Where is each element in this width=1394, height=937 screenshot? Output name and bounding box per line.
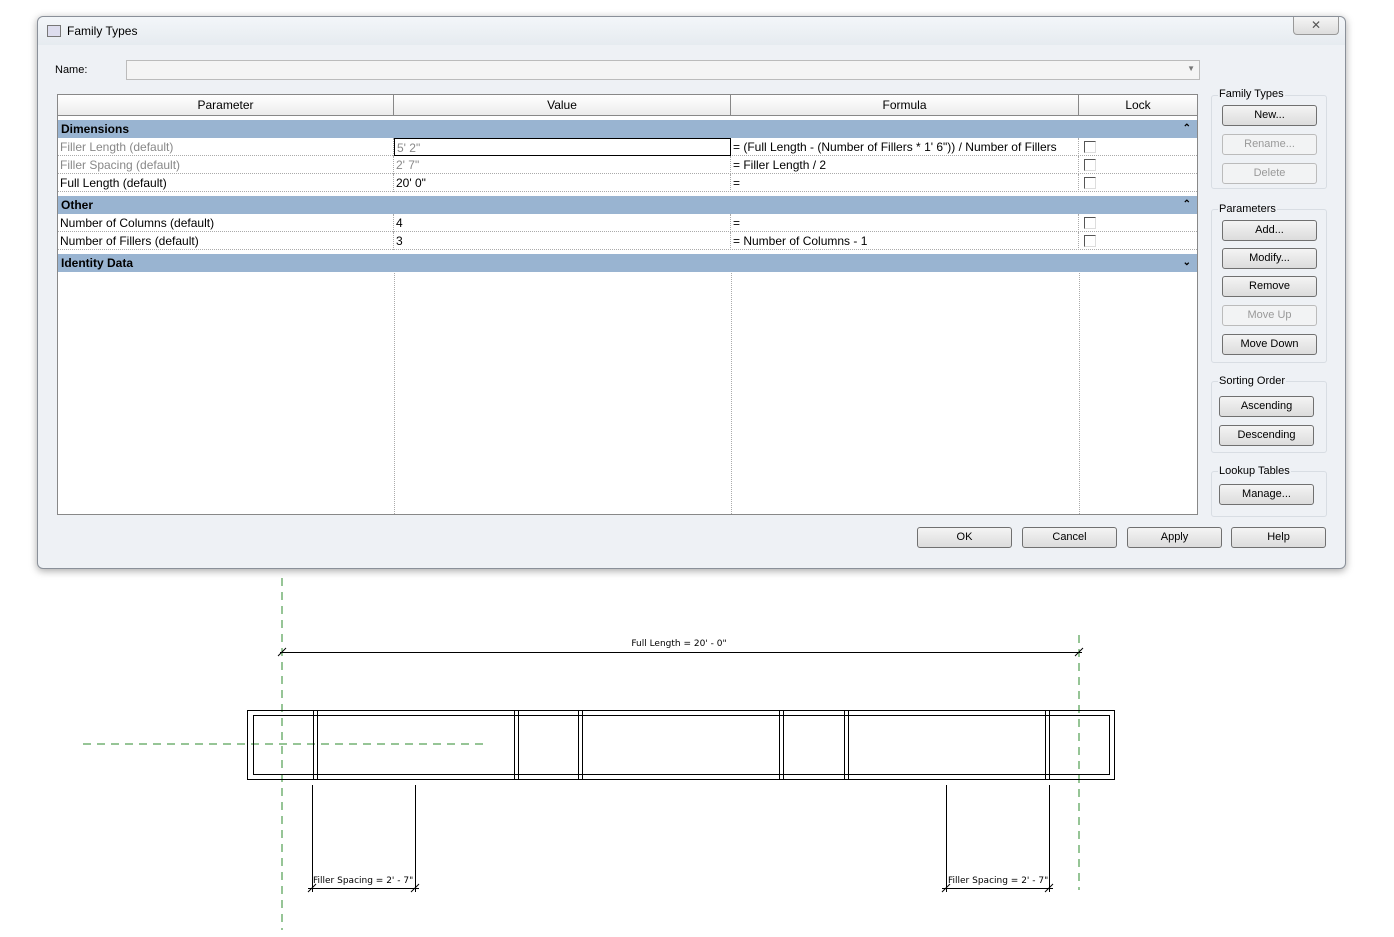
collapse-icon[interactable]: ⌃ xyxy=(1183,196,1191,214)
dimension-filler-spacing-left-label: Filler Spacing = 2' - 7" xyxy=(313,876,413,886)
table-row[interactable]: Number of Columns (default) 4 = xyxy=(58,214,1197,232)
manage-lookup-tables-button[interactable]: Manage... xyxy=(1219,484,1314,505)
lock-checkbox[interactable] xyxy=(1084,141,1096,153)
help-button[interactable]: Help xyxy=(1231,527,1326,548)
lock-checkbox[interactable] xyxy=(1084,217,1096,229)
group-label: Dimensions xyxy=(61,122,130,136)
parameters-group-title: Parameters xyxy=(1218,203,1277,215)
lock-checkbox[interactable] xyxy=(1084,159,1096,171)
move-up-button[interactable]: Move Up xyxy=(1222,305,1317,326)
ok-button[interactable]: OK xyxy=(917,527,1012,548)
expand-icon[interactable]: ⌄ xyxy=(1183,254,1191,272)
value-field[interactable]: 4 xyxy=(394,214,731,232)
column-divider xyxy=(394,273,395,514)
dimension-full-length-label: Full Length = 20' - 0" xyxy=(631,639,726,649)
column-divider xyxy=(1079,273,1080,514)
chevron-down-icon: ▼ xyxy=(1187,64,1195,73)
formula-field[interactable]: = Filler Length / 2 xyxy=(731,156,1079,174)
formula-field[interactable]: = (Full Length - (Number of Fillers * 1'… xyxy=(731,138,1079,156)
lock-checkbox[interactable] xyxy=(1084,235,1096,247)
add-parameter-button[interactable]: Add... xyxy=(1222,220,1317,241)
value-field[interactable]: 20' 0" xyxy=(394,174,731,192)
parameter-name: Filler Spacing (default) xyxy=(58,156,394,174)
lock-checkbox[interactable] xyxy=(1084,177,1096,189)
group-dimensions[interactable]: Dimensions ⌃ xyxy=(58,120,1197,138)
family-types-group-title: Family Types xyxy=(1218,88,1285,100)
column-header-value[interactable]: Value xyxy=(394,95,731,116)
dimension-filler-spacing-right-label: Filler Spacing = 2' - 7" xyxy=(948,876,1048,886)
dimension-full-length[interactable] xyxy=(277,647,1084,657)
reference-planes xyxy=(83,578,1080,930)
column-divider xyxy=(731,273,732,514)
parameter-name: Number of Columns (default) xyxy=(58,214,394,232)
parameter-name: Number of Fillers (default) xyxy=(58,232,394,250)
window-icon xyxy=(47,25,61,37)
group-label: Other xyxy=(61,198,94,212)
value-field[interactable]: 2' 7" xyxy=(394,156,731,174)
group-other[interactable]: Other ⌃ xyxy=(58,196,1197,214)
group-label: Identity Data xyxy=(61,256,134,270)
delete-type-button[interactable]: Delete xyxy=(1222,163,1317,184)
table-row[interactable]: Filler Spacing (default) 2' 7" = Filler … xyxy=(58,156,1197,174)
column-header-formula[interactable]: Formula xyxy=(731,95,1079,116)
formula-field[interactable]: = xyxy=(731,174,1079,192)
beam-geometry[interactable] xyxy=(247,710,1115,780)
parameter-name: Filler Length (default) xyxy=(58,138,394,156)
value-field[interactable]: 5' 2" xyxy=(394,138,731,156)
window-title: Family Types xyxy=(67,24,138,38)
close-button[interactable]: ✕ xyxy=(1293,17,1339,35)
table-row[interactable]: Number of Fillers (default) 3 = Number o… xyxy=(58,232,1197,250)
collapse-icon[interactable]: ⌃ xyxy=(1183,120,1191,138)
cancel-button[interactable]: Cancel xyxy=(1022,527,1117,548)
new-type-button[interactable]: New... xyxy=(1222,105,1317,126)
column-header-lock[interactable]: Lock xyxy=(1079,95,1197,116)
lookup-tables-group-title: Lookup Tables xyxy=(1218,465,1291,477)
name-label: Name: xyxy=(55,64,88,76)
descending-button[interactable]: Descending xyxy=(1219,425,1314,446)
table-row[interactable]: Filler Length (default) 5' 2" = (Full Le… xyxy=(58,138,1197,156)
move-down-button[interactable]: Move Down xyxy=(1222,334,1317,355)
sorting-order-group-title: Sorting Order xyxy=(1218,375,1287,387)
value-field[interactable]: 3 xyxy=(394,232,731,250)
title-bar[interactable]: Family Types ✕ xyxy=(38,17,1345,45)
parameters-table: Parameter Value Formula Lock Dimensions ⌃… xyxy=(57,94,1198,515)
formula-field[interactable]: = xyxy=(731,214,1079,232)
apply-button[interactable]: Apply xyxy=(1127,527,1222,548)
column-header-parameter[interactable]: Parameter xyxy=(58,95,394,116)
parameter-name: Full Length (default) xyxy=(58,174,394,192)
remove-parameter-button[interactable]: Remove xyxy=(1222,276,1317,297)
modify-parameter-button[interactable]: Modify... xyxy=(1222,248,1317,269)
table-row[interactable]: Full Length (default) 20' 0" = xyxy=(58,174,1197,192)
family-types-dialog: Family Types ✕ Name: ▼ Parameter Value F… xyxy=(37,16,1346,569)
rename-type-button[interactable]: Rename... xyxy=(1222,134,1317,155)
group-identity-data[interactable]: Identity Data ⌄ xyxy=(58,254,1197,272)
ascending-button[interactable]: Ascending xyxy=(1219,396,1314,417)
formula-field[interactable]: = Number of Columns - 1 xyxy=(731,232,1079,250)
name-dropdown[interactable]: ▼ xyxy=(126,60,1200,80)
